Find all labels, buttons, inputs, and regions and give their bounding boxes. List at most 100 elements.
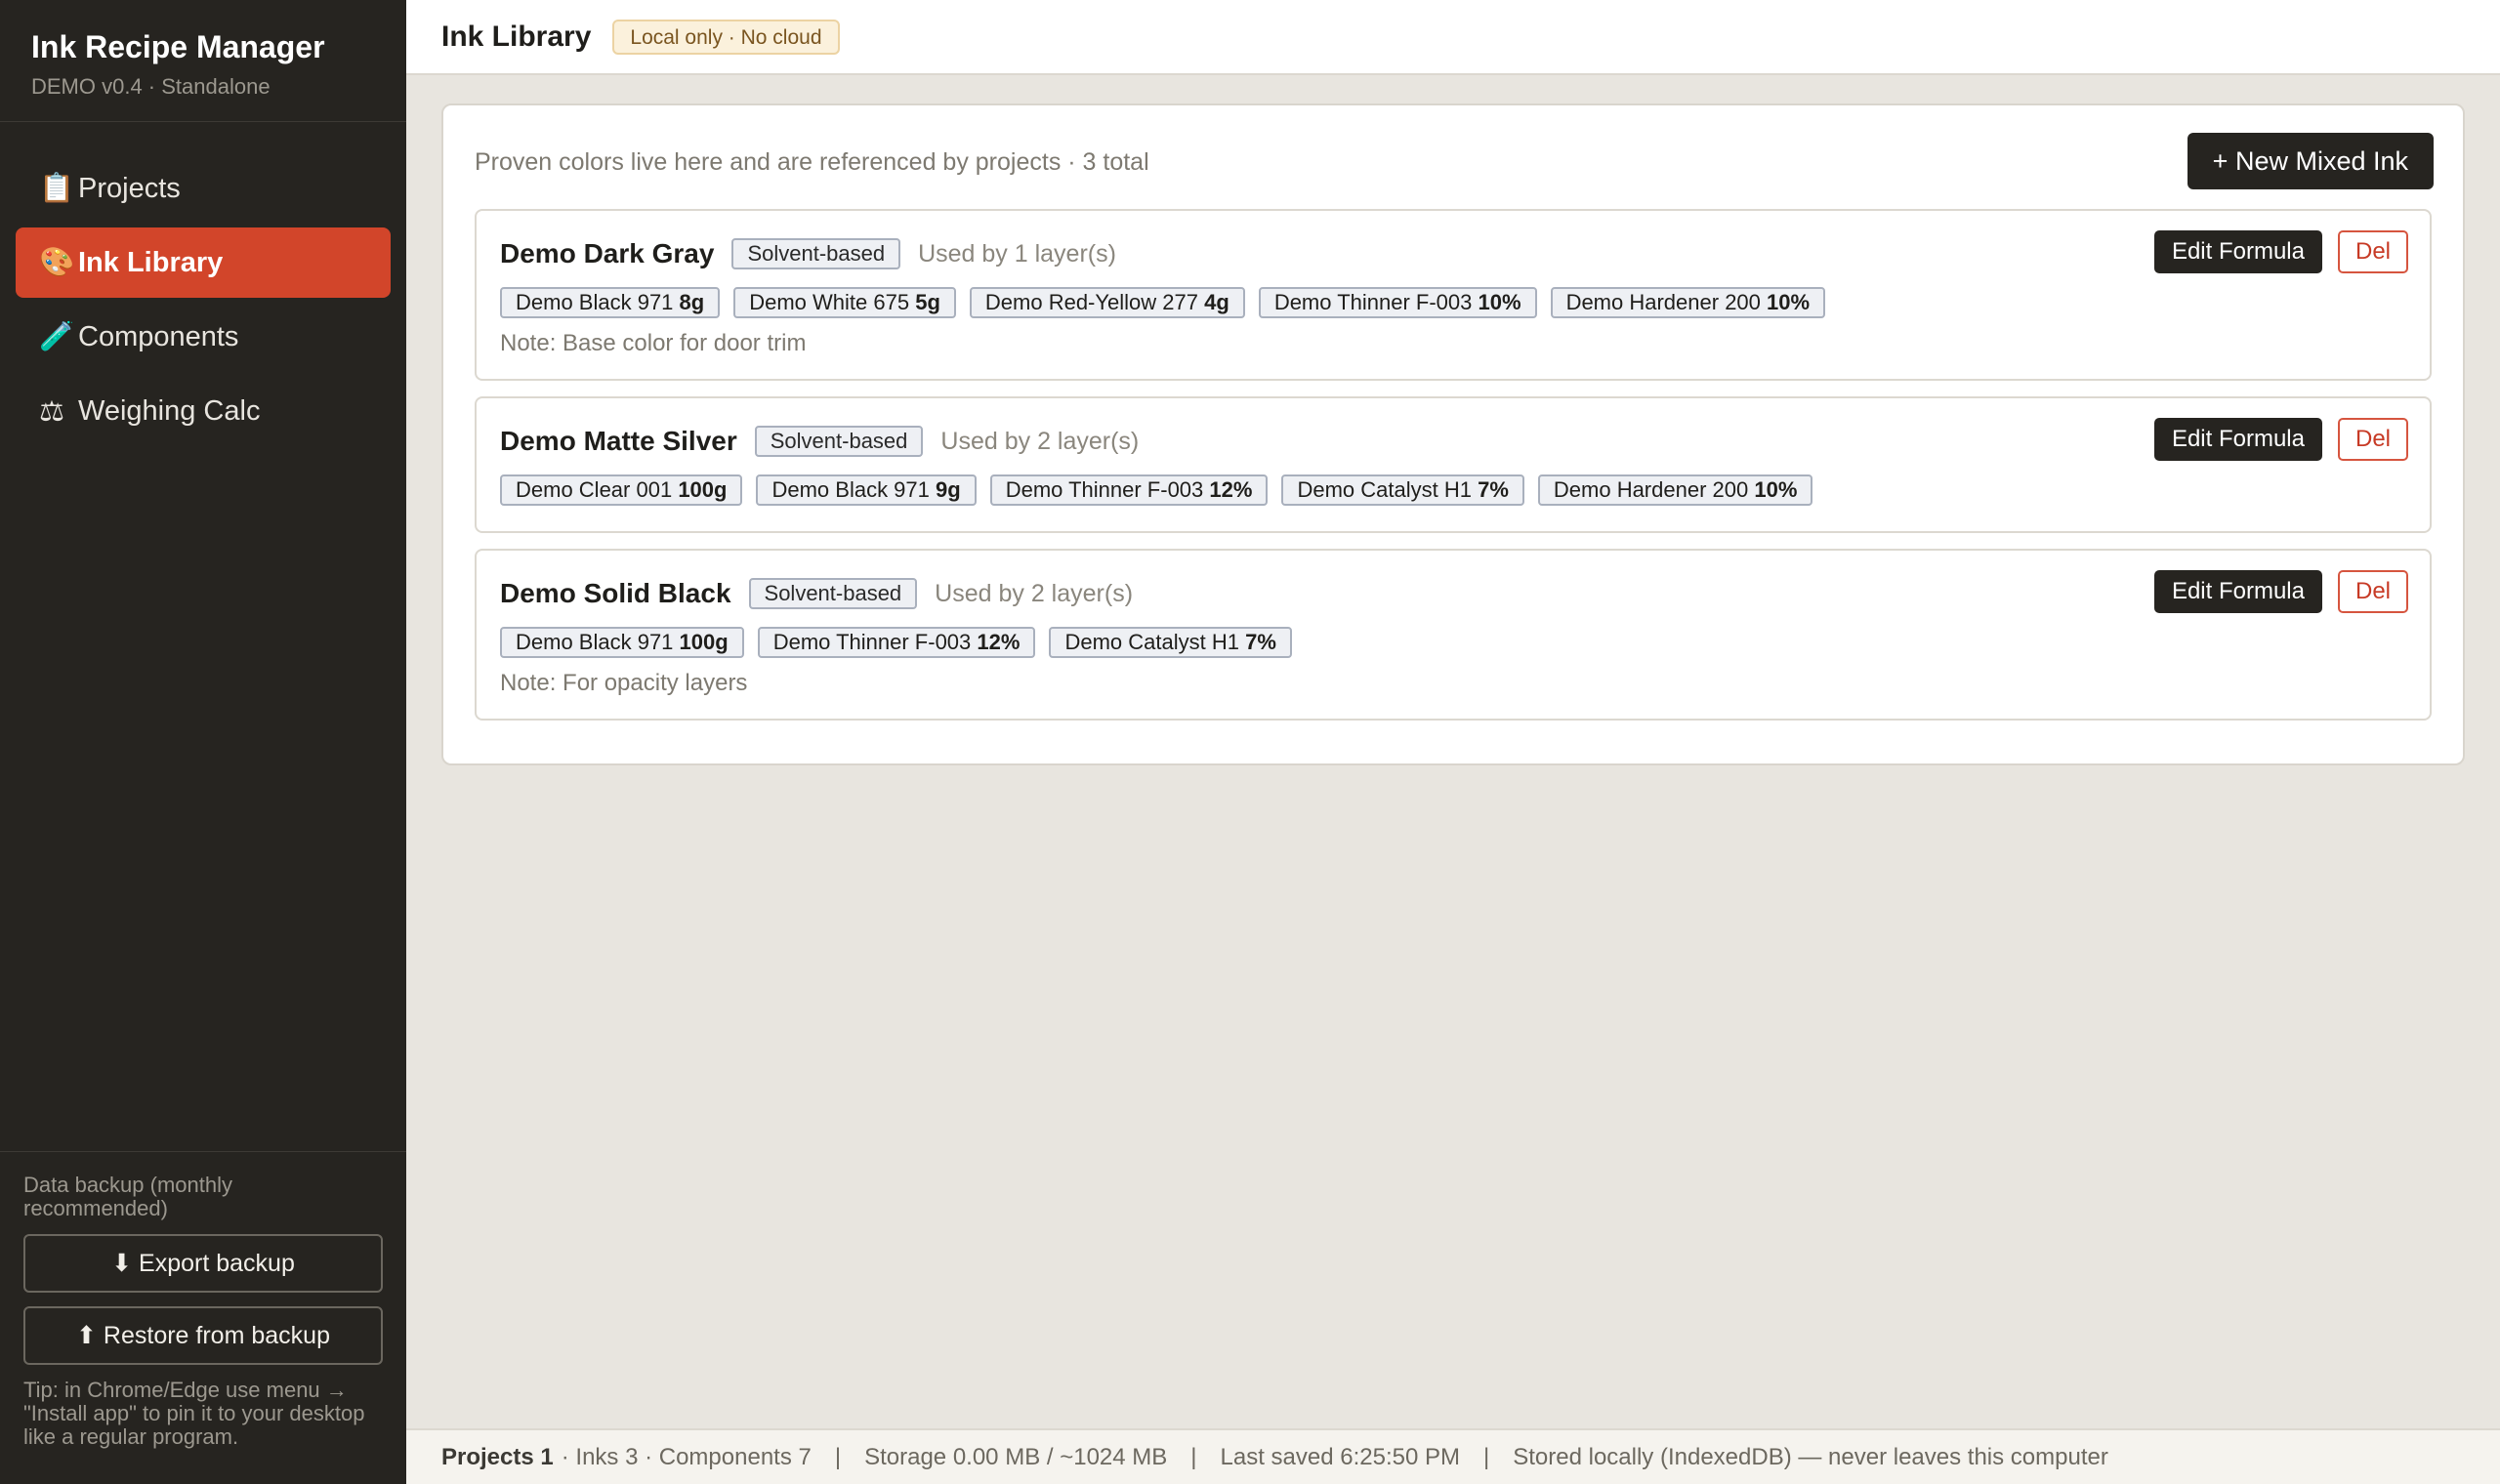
ink-name: Demo Dark Gray bbox=[500, 238, 715, 268]
component-chip: Demo Black 971 8g bbox=[500, 287, 721, 318]
status-bar: Projects 1 · Inks 3 · Components 7 | Sto… bbox=[406, 1428, 2500, 1484]
edit-formula-button[interactable]: Edit Formula bbox=[2153, 418, 2322, 461]
test-tube-icon: 🧪 bbox=[39, 321, 75, 352]
usage-count: Used by 1 layer(s) bbox=[918, 239, 1116, 268]
component-name: Demo Catalyst H1 bbox=[1297, 477, 1472, 502]
storage-location: Stored locally (IndexedDB) — never leave… bbox=[1513, 1443, 2108, 1470]
component-name: Demo Red-Yellow 277 bbox=[984, 290, 1198, 314]
ink-card-actions: Edit Formula Del bbox=[2153, 230, 2408, 273]
component-name: Demo Black 971 bbox=[771, 477, 930, 502]
app-version: DEMO v0.4 · Standalone bbox=[31, 74, 271, 99]
component-name: Demo Black 971 bbox=[516, 630, 674, 654]
export-backup-button[interactable]: ⬇ Export backup bbox=[23, 1234, 383, 1293]
clipboard-icon: 📋 bbox=[39, 173, 75, 204]
component-name: Demo Thinner F-003 bbox=[1005, 477, 1204, 502]
panel-header: Proven colors live here and are referenc… bbox=[443, 105, 2463, 211]
app-title: Ink Recipe Manager bbox=[31, 29, 325, 64]
component-list: Demo Clear 001 100g Demo Black 971 9g De… bbox=[500, 474, 1826, 506]
component-amount: 5g bbox=[915, 290, 940, 314]
top-bar: Ink Library Local only · No cloud bbox=[406, 0, 2500, 75]
library-description: Proven colors live here and are referenc… bbox=[475, 148, 1149, 176]
component-chip: Demo Red-Yellow 277 4g bbox=[969, 287, 1245, 318]
project-count: Projects 1 bbox=[441, 1443, 554, 1470]
palette-icon: 🎨 bbox=[39, 247, 75, 278]
ink-library-panel: Proven colors live here and are referenc… bbox=[441, 103, 2465, 765]
component-amount: 100g bbox=[679, 630, 729, 654]
local-only-badge: Local only · No cloud bbox=[612, 19, 840, 55]
component-chip: Demo Catalyst H1 7% bbox=[1049, 627, 1292, 658]
delete-ink-button[interactable]: Del bbox=[2337, 230, 2408, 273]
component-chip: Demo Black 971 100g bbox=[500, 627, 744, 658]
status-separator: | bbox=[834, 1443, 842, 1470]
nav-item-projects[interactable]: 📋 Projects bbox=[16, 153, 391, 224]
ink-name: Demo Solid Black bbox=[500, 578, 731, 608]
component-amount: 9g bbox=[936, 477, 961, 502]
component-chip: Demo Black 971 9g bbox=[756, 474, 977, 506]
base-type-badge: Solvent-based bbox=[731, 238, 901, 269]
usage-count: Used by 2 layer(s) bbox=[940, 427, 1140, 455]
component-list: Demo Black 971 100g Demo Thinner F-003 1… bbox=[500, 627, 1306, 658]
install-tip: Tip: in Chrome/Edge use menu → "Install … bbox=[23, 1378, 365, 1449]
usage-count: Used by 2 layer(s) bbox=[935, 579, 1134, 607]
component-chip: Demo Hardener 200 10% bbox=[1537, 474, 1813, 506]
restore-backup-button[interactable]: ⬆ Restore from backup bbox=[23, 1306, 383, 1365]
status-separator: | bbox=[1483, 1443, 1490, 1470]
nav-item-ink-library[interactable]: 🎨 Ink Library bbox=[16, 227, 391, 298]
nav-item-label: Projects bbox=[78, 172, 181, 204]
component-chip: Demo Thinner F-003 10% bbox=[1258, 287, 1537, 318]
component-amount: 12% bbox=[977, 630, 1021, 654]
backup-label: Data backup (monthly recommended) bbox=[23, 1173, 232, 1220]
component-amount: 10% bbox=[1754, 477, 1798, 502]
ink-name: Demo Matte Silver bbox=[500, 426, 737, 456]
component-name: Demo Black 971 bbox=[516, 290, 674, 314]
new-mixed-ink-button[interactable]: + New Mixed Ink bbox=[2187, 133, 2434, 189]
component-name: Demo Clear 001 bbox=[516, 477, 673, 502]
storage-usage: Storage 0.00 MB / ~1024 MB bbox=[864, 1443, 1168, 1470]
ink-card: Demo Matte Silver Solvent-based Used by … bbox=[475, 396, 2432, 533]
edit-formula-button[interactable]: Edit Formula bbox=[2153, 570, 2322, 613]
component-chip: Demo Thinner F-003 12% bbox=[989, 474, 1269, 506]
page-title: Ink Library bbox=[441, 20, 592, 53]
ink-card-header: Demo Matte Silver Solvent-based Used by … bbox=[500, 422, 1139, 461]
component-chip: Demo Thinner F-003 12% bbox=[757, 627, 1036, 658]
component-chip: Demo Clear 001 100g bbox=[500, 474, 743, 506]
main-nav: 📋 Projects 🎨 Ink Library 🧪 Components ⚖ … bbox=[0, 122, 406, 446]
edit-formula-button[interactable]: Edit Formula bbox=[2153, 230, 2322, 273]
ink-card-header: Demo Dark Gray Solvent-based Used by 1 l… bbox=[500, 234, 1116, 273]
component-chip: Demo Catalyst H1 7% bbox=[1281, 474, 1524, 506]
delete-ink-button[interactable]: Del bbox=[2337, 570, 2408, 613]
component-name: Demo White 675 bbox=[749, 290, 910, 314]
component-name: Demo Thinner F-003 bbox=[772, 630, 972, 654]
component-amount: 100g bbox=[678, 477, 728, 502]
component-amount: 8g bbox=[679, 290, 705, 314]
component-amount: 12% bbox=[1209, 477, 1253, 502]
delete-ink-button[interactable]: Del bbox=[2337, 418, 2408, 461]
component-name: Demo Catalyst H1 bbox=[1064, 630, 1239, 654]
ink-card: Demo Dark Gray Solvent-based Used by 1 l… bbox=[475, 209, 2432, 381]
nav-item-components[interactable]: 🧪 Components bbox=[16, 302, 391, 372]
component-amount: 7% bbox=[1245, 630, 1276, 654]
base-type-badge: Solvent-based bbox=[748, 578, 918, 609]
ink-card-actions: Edit Formula Del bbox=[2153, 418, 2408, 461]
nav-item-label: Weighing Calc bbox=[78, 394, 261, 427]
inventory-counts: · Inks 3 · Components 7 bbox=[561, 1443, 812, 1470]
nav-item-weighing-calc[interactable]: ⚖ Weighing Calc bbox=[16, 376, 391, 446]
component-amount: 4g bbox=[1204, 290, 1229, 314]
ink-card: Demo Solid Black Solvent-based Used by 2… bbox=[475, 549, 2432, 721]
nav-item-label: Components bbox=[78, 320, 239, 352]
ink-note: Note: Base color for door trim bbox=[500, 330, 807, 356]
component-list: Demo Black 971 8g Demo White 675 5g Demo… bbox=[500, 287, 1839, 318]
sidebar: Ink Recipe Manager DEMO v0.4 · Standalon… bbox=[0, 0, 406, 1484]
status-separator: | bbox=[1190, 1443, 1197, 1470]
last-saved-time: Last saved 6:25:50 PM bbox=[1220, 1443, 1460, 1470]
nav-item-label: Ink Library bbox=[78, 246, 224, 278]
component-chip: Demo Hardener 200 10% bbox=[1550, 287, 1826, 318]
brand: Ink Recipe Manager DEMO v0.4 · Standalon… bbox=[0, 0, 406, 122]
component-amount: 10% bbox=[1767, 290, 1811, 314]
component-name: Demo Hardener 200 bbox=[1565, 290, 1761, 314]
component-name: Demo Hardener 200 bbox=[1553, 477, 1749, 502]
component-chip: Demo White 675 5g bbox=[733, 287, 956, 318]
ink-card-header: Demo Solid Black Solvent-based Used by 2… bbox=[500, 574, 1133, 613]
component-amount: 7% bbox=[1478, 477, 1509, 502]
backup-section: Data backup (monthly recommended) ⬇ Expo… bbox=[0, 1151, 406, 1484]
